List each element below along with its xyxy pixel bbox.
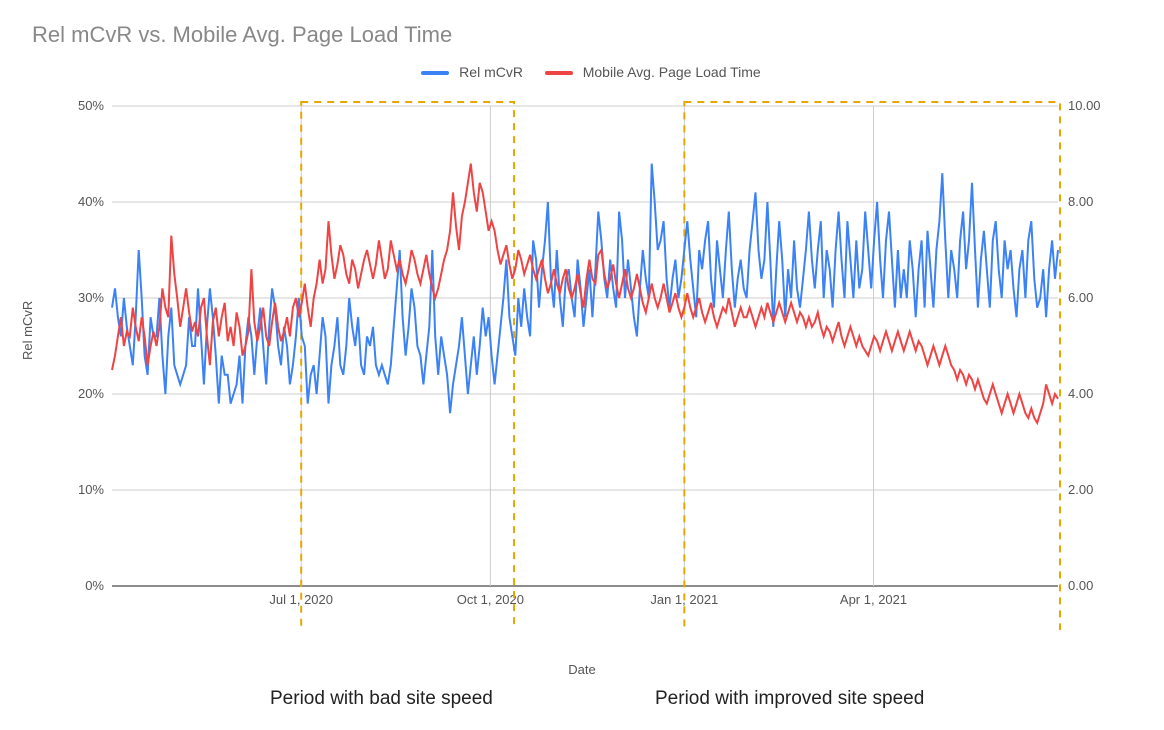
chart-title: Rel mCvR vs. Mobile Avg. Page Load Time bbox=[32, 22, 452, 48]
svg-text:0%: 0% bbox=[85, 578, 104, 593]
chart-svg: 0% 10% 20% 30% 40% 50% 0.00 2.00 4.00 6.00 8.00 10.… bbox=[60, 100, 1110, 630]
legend-swatch-red bbox=[545, 71, 573, 75]
legend-label-1: Rel mCvR bbox=[459, 64, 523, 80]
svg-text:2.00: 2.00 bbox=[1068, 482, 1093, 497]
svg-text:Apr 1, 2021: Apr 1, 2021 bbox=[840, 592, 907, 607]
svg-text:4.00: 4.00 bbox=[1068, 386, 1093, 401]
svg-text:10%: 10% bbox=[78, 482, 104, 497]
svg-text:20%: 20% bbox=[78, 386, 104, 401]
x-axis-label: Date bbox=[0, 662, 1164, 677]
legend: Rel mCvR Mobile Avg. Page Load Time bbox=[0, 64, 1164, 80]
annotation-improved-period: Period with improved site speed bbox=[655, 688, 924, 710]
svg-text:50%: 50% bbox=[78, 100, 104, 113]
svg-text:6.00: 6.00 bbox=[1068, 290, 1093, 305]
legend-swatch-blue bbox=[421, 71, 449, 75]
svg-text:0.00: 0.00 bbox=[1068, 578, 1093, 593]
chart-plot-area: 0% 10% 20% 30% 40% 50% 0.00 2.00 4.00 6.00 8.00 10.… bbox=[60, 100, 1110, 630]
svg-text:10.00: 10.00 bbox=[1068, 100, 1101, 113]
svg-text:30%: 30% bbox=[78, 290, 104, 305]
svg-text:8.00: 8.00 bbox=[1068, 194, 1093, 209]
legend-label-2: Mobile Avg. Page Load Time bbox=[583, 64, 761, 80]
y1-axis-label: Rel mCvR bbox=[20, 301, 35, 360]
annotation-bad-period: Period with bad site speed bbox=[270, 688, 493, 710]
svg-text:40%: 40% bbox=[78, 194, 104, 209]
